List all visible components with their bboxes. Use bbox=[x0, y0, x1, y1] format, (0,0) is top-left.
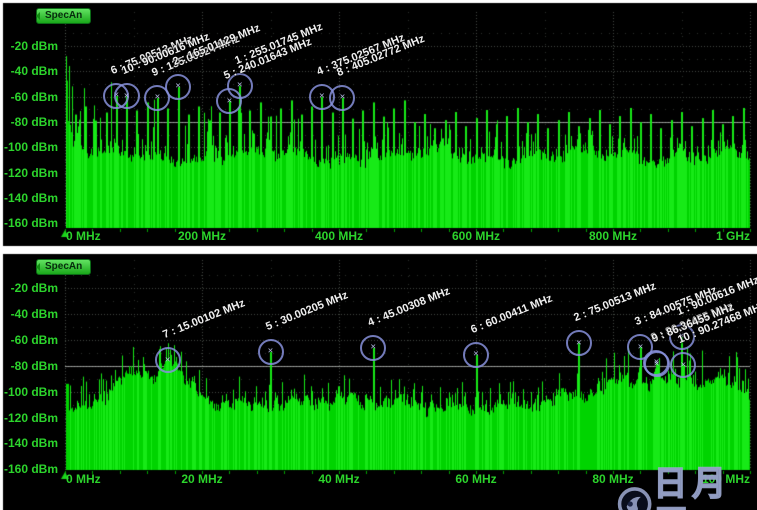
y-tick-label: -40 dBm bbox=[0, 307, 58, 321]
marker-cross-icon: ✕ bbox=[576, 339, 581, 348]
y-tick-label: -20 dBm bbox=[0, 281, 58, 295]
marker-cross-icon: ✕ bbox=[371, 343, 376, 352]
y-tick-label: -120 dBm bbox=[0, 411, 58, 425]
marker-cross-icon: ✕ bbox=[268, 347, 273, 356]
marker-cross-icon: ✕ bbox=[227, 97, 232, 106]
tab-specan-bottom[interactable]: SpecAn bbox=[36, 259, 91, 275]
marker-cross-icon: ✕ bbox=[681, 361, 686, 370]
x-tick-label: 200 MHz bbox=[162, 230, 242, 243]
marker-circle[interactable]: ✕ bbox=[566, 330, 592, 356]
marker-circle[interactable]: ✕ bbox=[644, 351, 670, 377]
marker-cross-icon: ✕ bbox=[237, 81, 242, 90]
marker-cross-icon: ✕ bbox=[638, 343, 643, 352]
y-tick-label: -140 dBm bbox=[0, 436, 58, 450]
x-tick-label: 800 MHz bbox=[573, 230, 653, 243]
marker-cross-icon: ✕ bbox=[175, 82, 180, 91]
marker-circle[interactable]: ✕ bbox=[155, 347, 181, 373]
marker-cross-icon: ✕ bbox=[654, 360, 659, 369]
x-tick-label: 1 GHz bbox=[670, 230, 750, 243]
y-tick-label: -20 dBm bbox=[0, 39, 58, 53]
y-tick-label: -80 dBm bbox=[0, 359, 58, 373]
marker-cross-icon: ✕ bbox=[340, 93, 345, 102]
marker-cross-icon: ✕ bbox=[155, 93, 160, 102]
marker-cross-icon: ✕ bbox=[319, 92, 324, 101]
y-tick-label: -140 dBm bbox=[0, 191, 58, 205]
spectrum-analyzer-screen: SpecAn SpecAn -20 dBm -40 dBm -60 dBm -80 d… bbox=[0, 0, 757, 510]
watermark-ring-logo bbox=[616, 483, 653, 510]
marker-circle[interactable]: ✕ bbox=[165, 74, 191, 100]
watermark-text: 日月辰 bbox=[653, 464, 757, 510]
marker-circle[interactable]: ✕ bbox=[114, 83, 140, 109]
y-tick-label: -80 dBm bbox=[0, 115, 58, 129]
marker-circle[interactable]: ✕ bbox=[463, 342, 489, 368]
y-tick-label: -40 dBm bbox=[0, 64, 58, 78]
marker-cross-icon: ✕ bbox=[473, 350, 478, 359]
y-tick-label: -100 dBm bbox=[0, 140, 58, 154]
x-tick-label: 0 MHz bbox=[66, 230, 146, 243]
y-tick-label: -160 dBm bbox=[0, 216, 58, 230]
y-tick-label: -60 dBm bbox=[0, 333, 58, 347]
marker-circle[interactable]: ✕ bbox=[258, 339, 284, 365]
marker-cross-icon: ✕ bbox=[124, 92, 129, 101]
y-tick-label: -60 dBm bbox=[0, 90, 58, 104]
x-tick-label: 600 MHz bbox=[436, 230, 516, 243]
tab-specan-top[interactable]: SpecAn bbox=[36, 8, 91, 24]
y-tick-label: -100 dBm bbox=[0, 385, 58, 399]
x-tick-label: 20 MHz bbox=[162, 473, 242, 486]
y-tick-label: -120 dBm bbox=[0, 166, 58, 180]
x-tick-label: 400 MHz bbox=[299, 230, 379, 243]
marker-cross-icon: ✕ bbox=[165, 356, 170, 365]
watermark: 日月辰 bbox=[616, 464, 757, 510]
x-tick-label: 60 MHz bbox=[436, 473, 516, 486]
x-tick-label: 40 MHz bbox=[299, 473, 379, 486]
x-tick-label: 0 MHz bbox=[66, 473, 146, 486]
y-tick-label: -160 dBm bbox=[0, 462, 58, 476]
